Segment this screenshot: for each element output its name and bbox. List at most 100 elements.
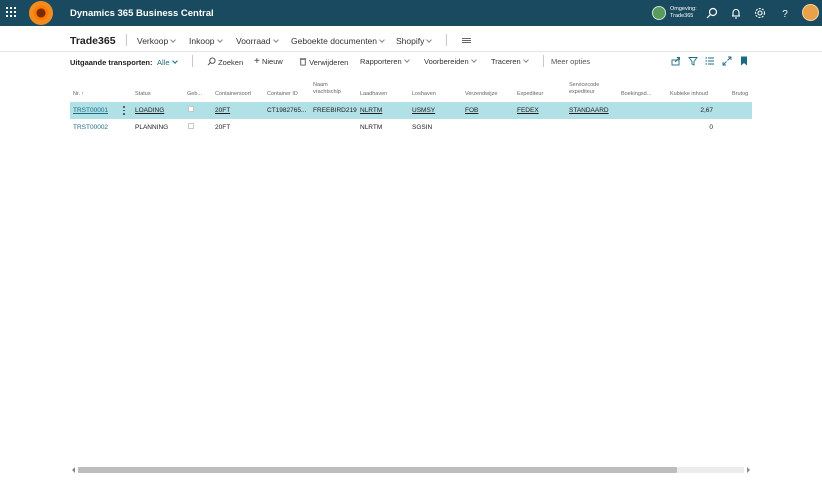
cell-laadhaven[interactable]: NLRTM (360, 124, 382, 131)
cell-geb-checkbox[interactable] (188, 123, 194, 129)
cell-expediteur[interactable]: FEDEX (517, 107, 539, 114)
app-launcher-icon[interactable] (6, 7, 18, 19)
column-header-kubieke-inhoud[interactable]: Kubieke inhoud (670, 91, 708, 98)
nav-item-label: Geboekte documenten (291, 36, 378, 46)
chevron-down-icon (403, 57, 410, 63)
app-title: Dynamics 365 Business Central (70, 8, 214, 19)
search-button-label: Zoeken (218, 58, 244, 67)
help-icon[interactable]: ? (778, 6, 792, 20)
environment-name: Trade365 (670, 13, 694, 19)
menu-icon[interactable] (462, 38, 471, 43)
column-header-servicecode-expediteur[interactable]: Servicecode expediteur (569, 82, 599, 96)
cell-kubieke-inhoud[interactable]: 2,67 (670, 107, 713, 114)
cell-loshaven[interactable]: SGSIN (412, 124, 432, 131)
chevron-down-icon (522, 57, 529, 63)
search-icon (207, 57, 216, 66)
nav-item-geboekte-documenten[interactable]: Geboekte documenten (291, 36, 385, 46)
user-avatar[interactable] (802, 4, 819, 21)
filter-icon[interactable] (688, 56, 698, 66)
search-icon[interactable] (705, 6, 719, 20)
environment-info[interactable]: Omgeving: Trade365 (670, 6, 697, 20)
delete-button-label: Verwijderen (309, 58, 349, 67)
delete-button[interactable]: Verwijderen (299, 57, 348, 67)
bookmark-icon[interactable] (739, 56, 749, 66)
nav-divider (126, 34, 127, 46)
environment-avatar[interactable] (652, 6, 666, 20)
column-header-brutogewicht[interactable]: Brutog (732, 91, 748, 98)
cell-laadhaven[interactable]: NLRTM (360, 107, 382, 114)
column-header-expediteur[interactable]: Expediteur (517, 91, 543, 98)
cell-nr[interactable]: TRST00001 (73, 107, 108, 114)
horizontal-scrollbar[interactable] (70, 465, 752, 474)
nav-item-verkoop[interactable]: Verkoop (137, 36, 177, 46)
cell-nr[interactable]: TRST00002 (73, 124, 108, 131)
row-actions-icon[interactable] (123, 105, 125, 115)
chevron-down-icon (470, 57, 477, 63)
action-divider (192, 55, 193, 67)
company-name: Trade365 (70, 35, 116, 47)
table-row[interactable]: TRST00001 LOADING 20FT CT1982765... FREE… (70, 102, 752, 119)
navigation-bar: Trade365 Verkoop Inkoop Voorraad Geboekt… (0, 26, 822, 52)
nav-item-label: Verkoop (137, 36, 169, 46)
reports-dropdown[interactable]: Rapporteren (360, 57, 410, 66)
chevron-down-icon (426, 37, 433, 43)
page-title: Uitgaande transporten: (70, 58, 153, 67)
action-divider (543, 55, 544, 67)
cell-servicecode[interactable]: STANDAARD (569, 107, 609, 114)
chevron-down-icon (272, 37, 279, 43)
column-header-loshaven[interactable]: Loshaven (412, 91, 436, 98)
column-header-laadhaven[interactable]: Laadhaven (360, 91, 387, 98)
nav-item-label: Voorraad (236, 36, 271, 46)
new-button-label: Nieuw (261, 57, 283, 66)
cell-containersoort[interactable]: 20FT (215, 107, 230, 114)
svg-text:?: ? (782, 9, 788, 20)
list-view-icon[interactable] (705, 56, 715, 66)
prepare-dropdown[interactable]: Voorbereiden (424, 57, 477, 66)
cell-loshaven[interactable]: USMSY (412, 107, 435, 114)
cell-container-id[interactable]: CT1982765... (267, 107, 306, 114)
view-filter-dropdown[interactable]: Alle (157, 58, 178, 67)
top-bar: Dynamics 365 Business Central Omgeving: … (0, 0, 822, 26)
nav-item-shopify[interactable]: Shopify (396, 36, 433, 46)
trash-icon (299, 58, 307, 66)
header-line: expediteur (569, 89, 595, 95)
column-header-boekingsdatum[interactable]: Boekingsd... (621, 91, 651, 98)
header-line: Servicecode (569, 82, 600, 88)
more-options-button[interactable]: Meer opties (551, 57, 590, 66)
new-button[interactable]: + Nieuw (254, 57, 283, 67)
transport-list: Nr. ↑ Status Geb... Containersoort Conta… (70, 79, 752, 464)
trace-label: Traceren (491, 57, 521, 66)
nav-item-voorraad[interactable]: Voorraad (236, 36, 279, 46)
column-header-nr[interactable]: Nr. ↑ (73, 91, 84, 98)
nav-divider (446, 34, 447, 46)
header-line: vrachtschip (313, 89, 341, 95)
column-header-status[interactable]: Status (135, 91, 151, 98)
chevron-down-icon (171, 58, 178, 64)
expand-icon[interactable] (722, 56, 732, 66)
column-header-containersoort[interactable]: Containersoort (215, 91, 251, 98)
scroll-left-icon[interactable] (72, 467, 75, 473)
bell-icon[interactable] (729, 6, 743, 20)
column-header-naam-vrachtschip[interactable]: Naam vrachtschip (313, 82, 341, 96)
column-header-container-id[interactable]: Container ID (267, 91, 298, 98)
trace-dropdown[interactable]: Traceren (491, 57, 529, 66)
cell-kubieke-inhoud[interactable]: 0 (670, 124, 713, 131)
scroll-right-icon[interactable] (747, 467, 750, 473)
cell-containersoort[interactable]: 20FT (215, 124, 230, 131)
column-header-verzendwijze[interactable]: Verzendwijze (465, 91, 497, 98)
scrollbar-thumb[interactable] (78, 467, 677, 473)
header-line: Naam (313, 82, 328, 88)
view-filter-label: Alle (157, 58, 170, 67)
nav-item-inkoop[interactable]: Inkoop (189, 36, 223, 46)
table-row[interactable]: TRST00002 PLANNING 20FT NLRTM SGSIN 0 (70, 119, 752, 136)
cell-status[interactable]: LOADING (135, 107, 164, 114)
cell-naam-vrachtschip[interactable]: FREEBIRD219 (313, 107, 357, 114)
cell-geb-checkbox[interactable] (188, 106, 194, 112)
column-header-geb[interactable]: Geb... (187, 91, 202, 98)
prepare-label: Voorbereiden (424, 57, 469, 66)
cell-status[interactable]: PLANNING (135, 124, 168, 131)
search-button[interactable]: Zoeken (207, 57, 243, 67)
cell-verzendwijze[interactable]: FOB (465, 107, 478, 114)
share-icon[interactable] (671, 56, 681, 66)
gear-icon[interactable] (753, 6, 767, 20)
